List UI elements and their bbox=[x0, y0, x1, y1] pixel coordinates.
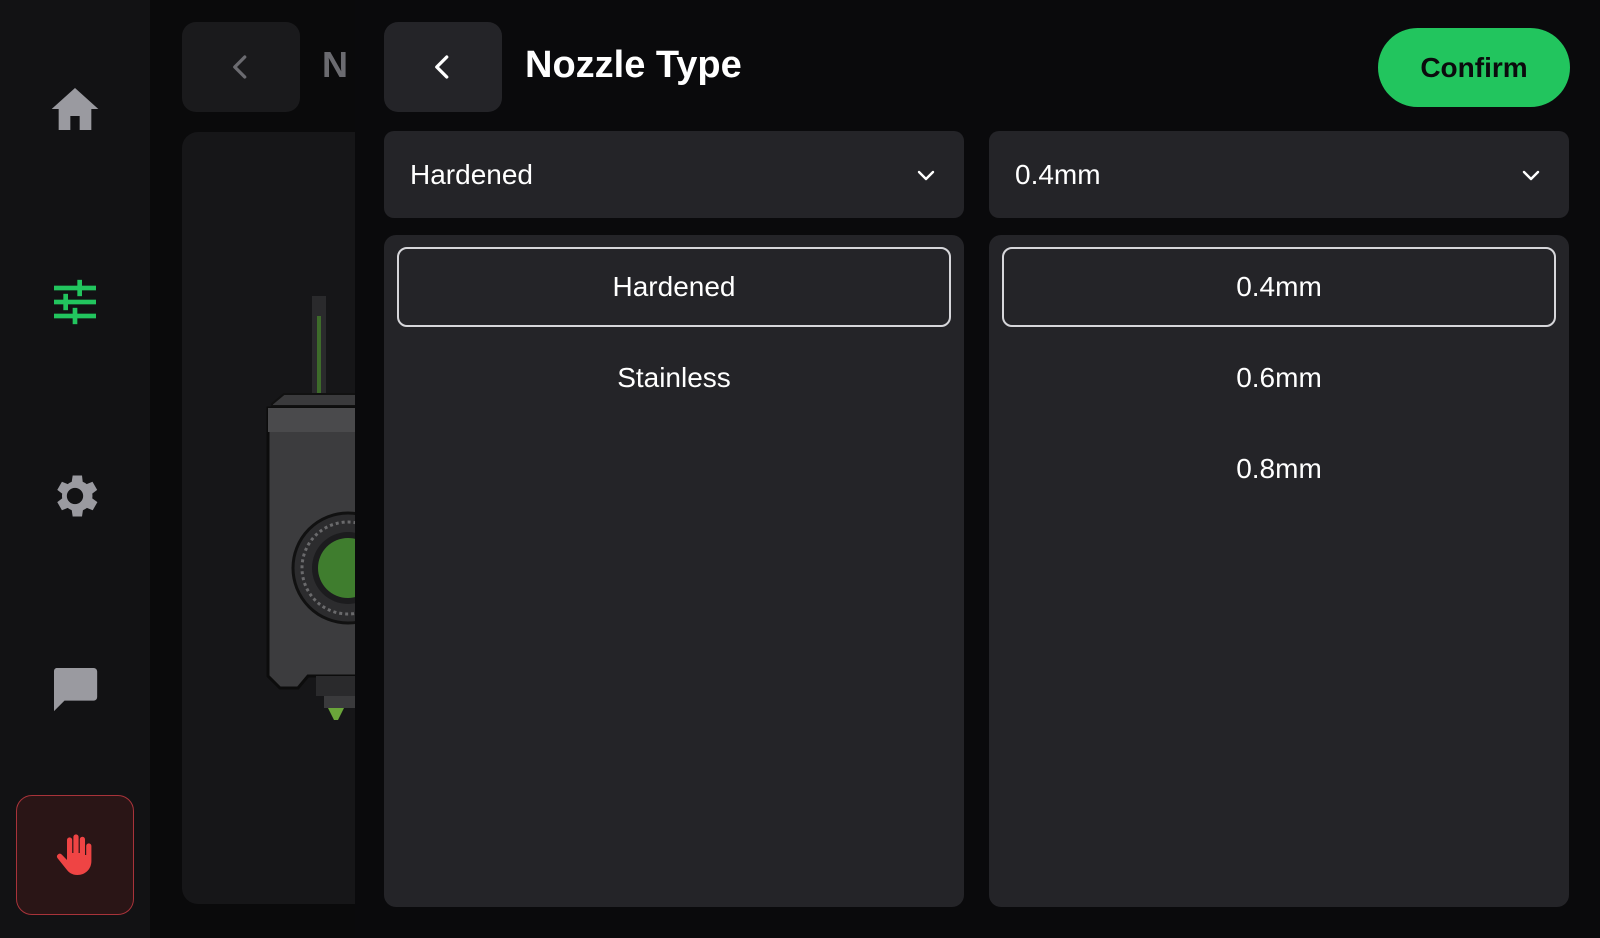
background-page: N bbox=[150, 0, 382, 938]
back-button[interactable] bbox=[384, 22, 502, 112]
emergency-stop-button[interactable] bbox=[16, 795, 134, 915]
option-hardened[interactable]: Hardened bbox=[397, 247, 951, 327]
chevron-down-icon bbox=[1522, 170, 1540, 180]
background-back-button bbox=[182, 22, 300, 112]
nozzle-type-options: Hardened Stainless bbox=[384, 235, 964, 907]
toolhead-illustration bbox=[266, 296, 358, 720]
chat-icon bbox=[53, 668, 98, 712]
nav-chat-button[interactable] bbox=[16, 630, 134, 748]
nozzle-size-options: 0.4mm 0.6mm 0.8mm bbox=[989, 235, 1569, 907]
screen: N Nozzle Type Confirm Hardened 0.4mm Har… bbox=[0, 0, 1600, 938]
nozzle-type-value: Hardened bbox=[410, 158, 533, 190]
option-stainless[interactable]: Stainless bbox=[397, 338, 951, 418]
chevron-left-icon bbox=[233, 55, 247, 79]
sidebar bbox=[0, 0, 150, 938]
nozzle-size-value: 0.4mm bbox=[1015, 158, 1101, 190]
gear-icon bbox=[57, 475, 98, 517]
tune-icon bbox=[54, 279, 96, 325]
option-0-4mm[interactable]: 0.4mm bbox=[1002, 247, 1556, 327]
nav-home-button[interactable] bbox=[16, 50, 134, 168]
nozzle-size-dropdown[interactable]: 0.4mm bbox=[989, 131, 1569, 218]
background-page-title: N bbox=[322, 44, 348, 85]
page-title: Nozzle Type bbox=[525, 44, 742, 86]
option-0-6mm[interactable]: 0.6mm bbox=[1002, 338, 1556, 418]
chevron-left-icon bbox=[435, 55, 449, 79]
option-0-8mm[interactable]: 0.8mm bbox=[1002, 429, 1556, 509]
chevron-down-icon bbox=[917, 170, 935, 180]
stop-hand-icon bbox=[57, 834, 92, 875]
nozzle-type-dropdown[interactable]: Hardened bbox=[384, 131, 964, 218]
nozzle-type-panel: Nozzle Type Confirm Hardened 0.4mm Harde… bbox=[355, 0, 1600, 938]
nav-settings-button[interactable] bbox=[16, 437, 134, 555]
home-icon bbox=[51, 88, 99, 130]
nav-tune-button[interactable] bbox=[16, 243, 134, 361]
confirm-button[interactable]: Confirm bbox=[1378, 28, 1570, 107]
